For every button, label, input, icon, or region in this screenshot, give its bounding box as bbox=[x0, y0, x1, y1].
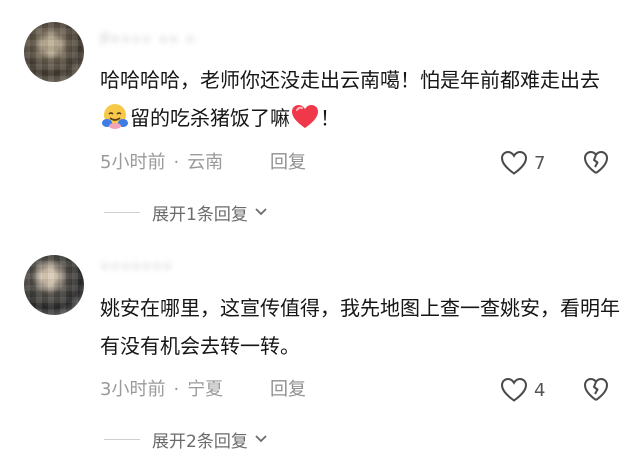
timestamp: 5小时前 bbox=[100, 152, 166, 173]
red-heart-emoji bbox=[291, 104, 319, 130]
username[interactable]: ••••••• bbox=[100, 257, 173, 277]
avatar[interactable] bbox=[24, 22, 84, 82]
meta-separator: · bbox=[173, 152, 180, 173]
comment-item: P•••• •• • 哈哈哈哈，老师你还没走出云南噶！怕是年前都难走出去 留的吃… bbox=[0, 0, 640, 235]
dislike-button[interactable] bbox=[583, 150, 609, 176]
reply-button[interactable]: 回复 bbox=[270, 151, 306, 175]
heart-outline-icon bbox=[500, 150, 528, 175]
chevron-down-icon bbox=[255, 435, 267, 443]
username[interactable]: P•••• •• • bbox=[100, 30, 196, 50]
dislike-button[interactable] bbox=[583, 377, 609, 403]
broken-heart-outline-icon bbox=[584, 151, 608, 174]
like-button[interactable]: 7 bbox=[500, 149, 545, 177]
divider-line bbox=[104, 211, 140, 213]
reply-button[interactable]: 回复 bbox=[270, 378, 306, 402]
like-button[interactable]: 4 bbox=[500, 376, 545, 404]
comment-text-part: 留的吃杀猪饭了嘛 bbox=[130, 106, 290, 130]
like-count: 4 bbox=[534, 379, 546, 401]
timestamp: 3小时前 bbox=[100, 379, 166, 400]
expand-replies-label: 展开1条回复 bbox=[152, 204, 248, 225]
expand-replies-label: 展开2条回复 bbox=[152, 431, 248, 452]
comment-text-part: 哈哈哈哈，老师你还没走出云南噶！怕是年前都难走出去 bbox=[100, 68, 600, 92]
heart-outline-icon bbox=[500, 377, 528, 402]
chevron-down-icon bbox=[255, 208, 267, 216]
comment-text: 哈哈哈哈，老师你还没走出云南噶！怕是年前都难走出去 留的吃杀猪饭了嘛 ！ bbox=[100, 61, 620, 137]
meta-separator: · bbox=[173, 379, 180, 400]
comment-meta: 5小时前 · 云南 回复 bbox=[100, 151, 306, 175]
expand-replies-button[interactable]: 展开1条回复 bbox=[104, 201, 268, 225]
broken-heart-outline-icon bbox=[584, 378, 608, 401]
hugging-face-emoji bbox=[101, 102, 129, 130]
expand-replies-button[interactable]: 展开2条回复 bbox=[104, 428, 268, 452]
comment-meta: 3小时前 · 宁夏 回复 bbox=[100, 378, 306, 402]
like-count: 7 bbox=[534, 152, 546, 174]
comment-text-part: ！ bbox=[320, 106, 340, 130]
avatar[interactable] bbox=[24, 255, 84, 315]
divider-line bbox=[104, 438, 140, 440]
location: 宁夏 bbox=[187, 379, 224, 400]
location: 云南 bbox=[187, 152, 224, 173]
comment-item: ••••••• 姚安在哪里，这宣传值得，我先地图上查一查姚安，看明年有没有机会去… bbox=[0, 235, 640, 469]
comment-text: 姚安在哪里，这宣传值得，我先地图上查一查姚安，看明年有没有机会去转一转。 bbox=[100, 296, 620, 358]
